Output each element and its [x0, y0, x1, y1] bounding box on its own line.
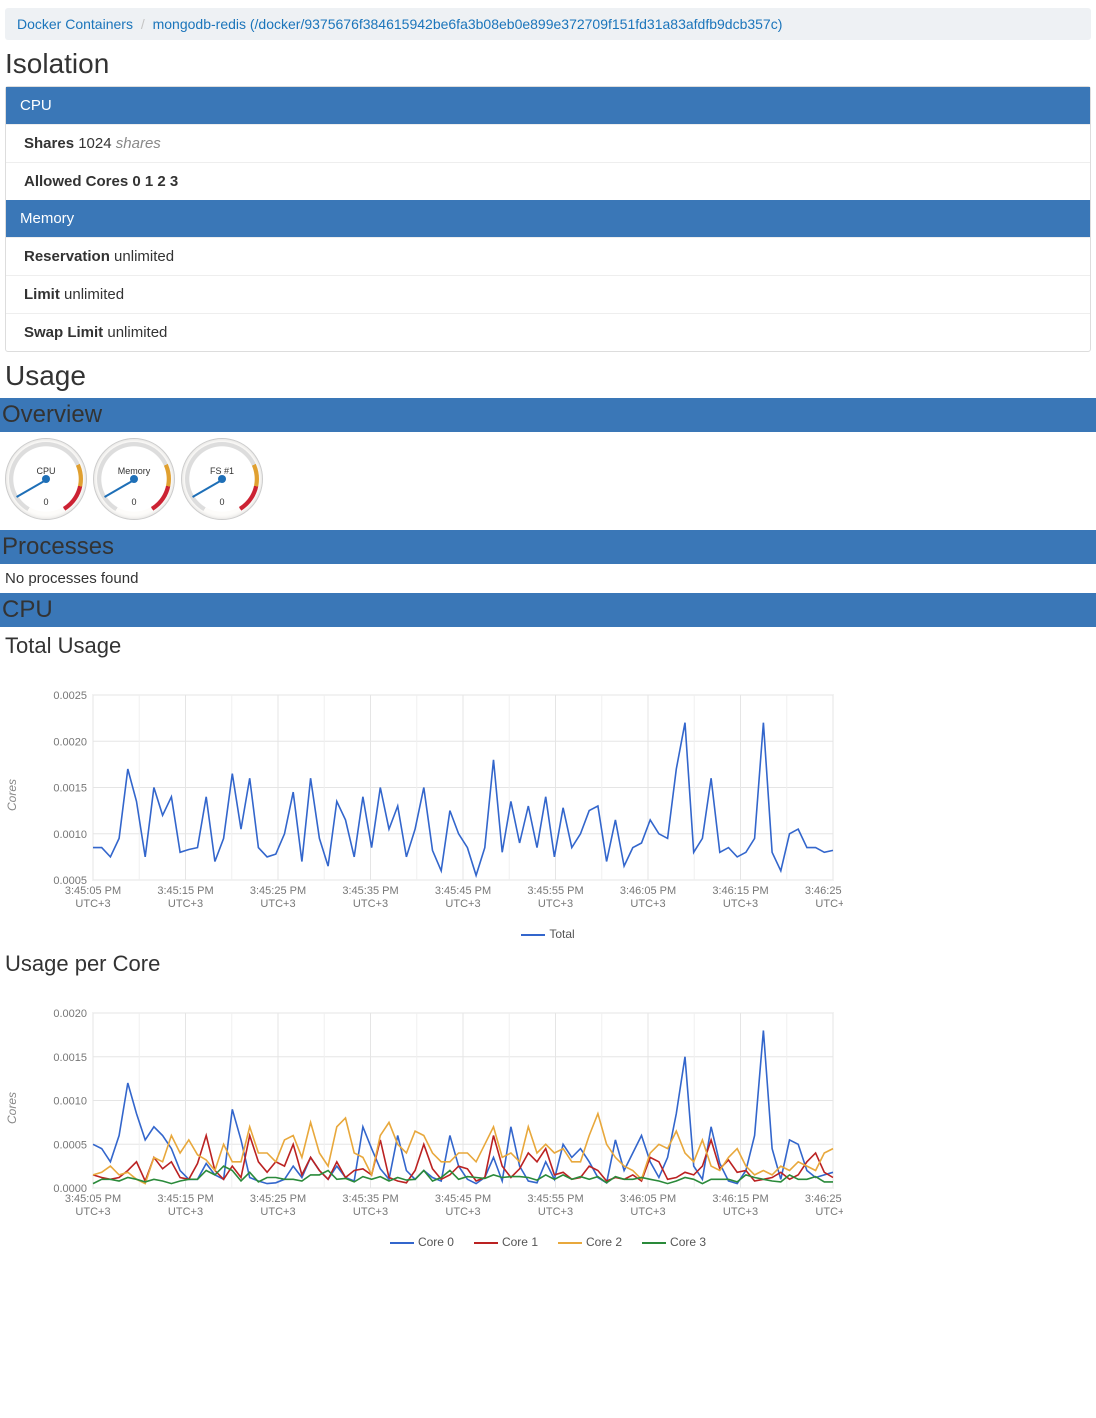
legend-item: Core 3 — [642, 1235, 706, 1249]
gauge: FS #10 — [181, 438, 263, 520]
svg-text:UTC+3: UTC+3 — [353, 1206, 388, 1218]
gauge-zero: 0 — [94, 497, 174, 507]
svg-text:UTC+3: UTC+3 — [445, 1206, 480, 1218]
svg-text:0.0020: 0.0020 — [53, 736, 87, 748]
svg-text:UTC+3: UTC+3 — [538, 898, 573, 910]
svg-text:3:45:25 PM: 3:45:25 PM — [250, 885, 306, 897]
chart-legend: Total — [5, 927, 1091, 941]
total-usage-chart: Cores0.00050.00100.00150.00200.00253:45:… — [5, 665, 1091, 941]
svg-text:3:46:15 PM: 3:46:15 PM — [712, 1193, 768, 1205]
cpu-shares-unit: shares — [116, 135, 161, 152]
svg-text:UTC+3: UTC+3 — [168, 1206, 203, 1218]
mem-swap-row: Swap Limit unlimited — [6, 313, 1090, 351]
svg-text:0.0015: 0.0015 — [53, 783, 87, 795]
svg-text:0.0010: 0.0010 — [53, 1096, 87, 1108]
mem-reservation-label: Reservation — [24, 248, 110, 265]
mem-reservation-row: Reservation unlimited — [6, 237, 1090, 275]
svg-text:3:45:25 PM: 3:45:25 PM — [250, 1193, 306, 1205]
percore-usage-title: Usage per Core — [5, 951, 1091, 977]
isolation-title: Isolation — [5, 48, 1091, 80]
cpu-cores-row: Allowed Cores 0 1 2 3 — [6, 162, 1090, 200]
percore-usage-ylabel: Cores — [5, 1092, 19, 1124]
cpu-panel-header: CPU — [6, 87, 1090, 124]
cpu-cores-value: 0 1 2 3 — [132, 173, 178, 190]
gauge: Memory0 — [93, 438, 175, 520]
mem-limit-value: unlimited — [64, 286, 124, 303]
mem-reservation-value: unlimited — [114, 248, 174, 265]
gauge: CPU0 — [5, 438, 87, 520]
gauges-row: CPU0Memory0FS #10 — [5, 438, 1091, 520]
gauge-zero: 0 — [6, 497, 86, 507]
breadcrumb-root[interactable]: Docker Containers — [17, 16, 133, 32]
svg-text:UTC+3: UTC+3 — [630, 1206, 665, 1218]
breadcrumb-current[interactable]: mongodb-redis (/docker/9375676f384615942… — [153, 16, 783, 32]
svg-text:3:45:05 PM: 3:45:05 PM — [65, 1193, 121, 1205]
svg-text:3:45:35 PM: 3:45:35 PM — [342, 885, 398, 897]
mem-limit-label: Limit — [24, 286, 60, 303]
svg-text:3:45:55 PM: 3:45:55 PM — [527, 1193, 583, 1205]
chart-legend: Core 0 Core 1 Core 2 Core 3 — [5, 1235, 1091, 1249]
legend-item: Total — [521, 927, 574, 941]
percore-usage-chart: Cores0.00000.00050.00100.00150.00203:45:… — [5, 983, 1091, 1249]
svg-text:UTC+3: UTC+3 — [723, 898, 758, 910]
svg-text:3:46:05 PM: 3:46:05 PM — [620, 1193, 676, 1205]
svg-text:3:45:55 PM: 3:45:55 PM — [527, 885, 583, 897]
mem-swap-value: unlimited — [107, 324, 167, 341]
svg-text:UTC+3: UTC+3 — [538, 1206, 573, 1218]
svg-text:UTC+3: UTC+3 — [815, 1206, 843, 1218]
total-usage-title: Total Usage — [5, 633, 1091, 659]
percore-usage-svg: 0.00000.00050.00100.00150.00203:45:05 PM… — [23, 983, 843, 1233]
overview-header: Overview — [0, 398, 1096, 432]
breadcrumb: Docker Containers / mongodb-redis (/dock… — [5, 8, 1091, 40]
svg-text:3:45:15 PM: 3:45:15 PM — [157, 885, 213, 897]
mem-limit-row: Limit unlimited — [6, 275, 1090, 313]
svg-text:3:45:35 PM: 3:45:35 PM — [342, 1193, 398, 1205]
svg-text:0.0020: 0.0020 — [53, 1008, 87, 1020]
svg-text:UTC+3: UTC+3 — [723, 1206, 758, 1218]
cpu-panel: CPU Shares 1024 shares Allowed Cores 0 1… — [5, 86, 1091, 352]
gauge-zero: 0 — [182, 497, 262, 507]
svg-text:UTC+3: UTC+3 — [815, 898, 843, 910]
processes-empty: No processes found — [5, 570, 1091, 587]
svg-text:3:45:05 PM: 3:45:05 PM — [65, 885, 121, 897]
svg-text:3:46:25 PM: 3:46:25 PM — [805, 885, 843, 897]
mem-swap-label: Swap Limit — [24, 324, 103, 341]
svg-text:UTC+3: UTC+3 — [353, 898, 388, 910]
svg-text:0.0025: 0.0025 — [53, 690, 87, 702]
svg-text:0.0015: 0.0015 — [53, 1052, 87, 1064]
total-usage-ylabel: Cores — [5, 779, 19, 811]
legend-item: Core 2 — [558, 1235, 622, 1249]
cpu-shares-label: Shares — [24, 135, 74, 152]
svg-text:UTC+3: UTC+3 — [630, 898, 665, 910]
cpu-usage-header: CPU — [0, 593, 1096, 627]
svg-text:3:45:45 PM: 3:45:45 PM — [435, 885, 491, 897]
svg-text:3:46:05 PM: 3:46:05 PM — [620, 885, 676, 897]
svg-text:UTC+3: UTC+3 — [75, 898, 110, 910]
svg-text:3:45:45 PM: 3:45:45 PM — [435, 1193, 491, 1205]
svg-text:UTC+3: UTC+3 — [75, 1206, 110, 1218]
cpu-cores-label: Allowed Cores — [24, 173, 128, 190]
cpu-shares-row: Shares 1024 shares — [6, 124, 1090, 162]
memory-panel-header: Memory — [6, 200, 1090, 237]
svg-text:3:46:15 PM: 3:46:15 PM — [712, 885, 768, 897]
total-usage-svg: 0.00050.00100.00150.00200.00253:45:05 PM… — [23, 665, 843, 925]
legend-item: Core 0 — [390, 1235, 454, 1249]
svg-text:UTC+3: UTC+3 — [445, 898, 480, 910]
svg-text:0.0005: 0.0005 — [53, 1139, 87, 1151]
svg-text:0.0010: 0.0010 — [53, 829, 87, 841]
breadcrumb-sep: / — [141, 16, 145, 32]
svg-text:3:46:25 PM: 3:46:25 PM — [805, 1193, 843, 1205]
processes-header: Processes — [0, 530, 1096, 564]
usage-title: Usage — [5, 360, 1091, 392]
svg-text:UTC+3: UTC+3 — [260, 1206, 295, 1218]
svg-text:UTC+3: UTC+3 — [260, 898, 295, 910]
svg-text:UTC+3: UTC+3 — [168, 898, 203, 910]
legend-item: Core 1 — [474, 1235, 538, 1249]
cpu-shares-value: 1024 — [78, 135, 111, 152]
svg-text:3:45:15 PM: 3:45:15 PM — [157, 1193, 213, 1205]
